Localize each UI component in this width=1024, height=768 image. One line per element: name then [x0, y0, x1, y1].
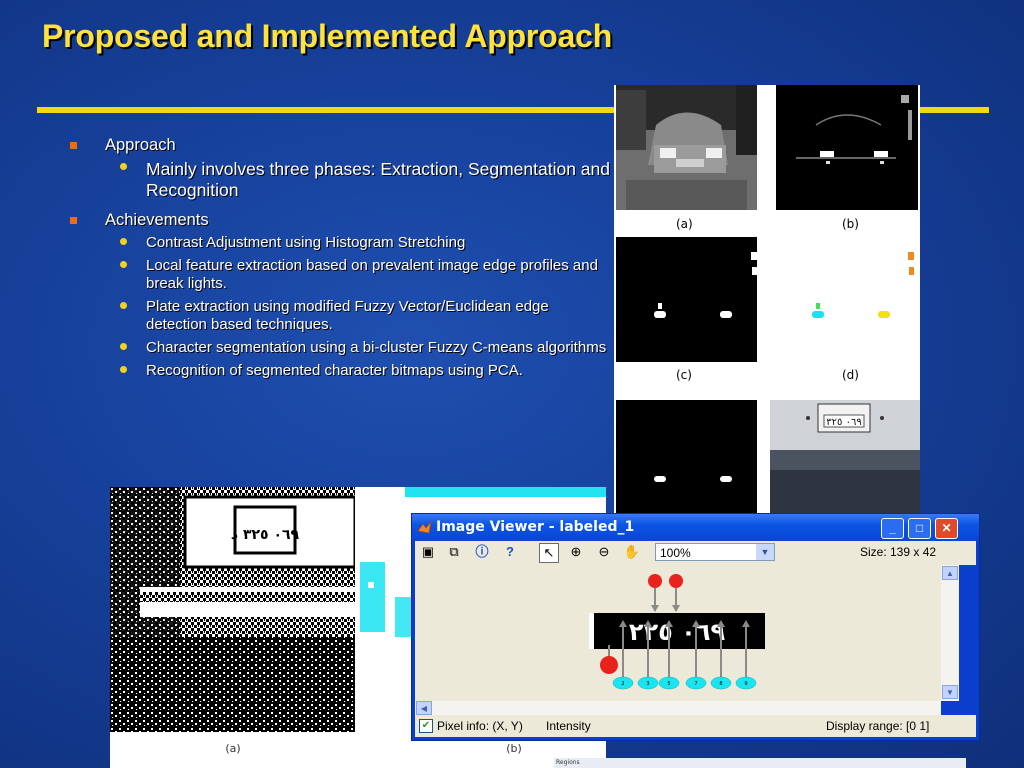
regions-label: Regions — [556, 759, 580, 766]
figure-f-plate-photo: ٠٦٩ ٣٢٥ — [770, 400, 920, 515]
pixel-info-checkbox[interactable]: ✔ — [419, 719, 433, 733]
sub-bullet: Local feature extraction based on preval… — [70, 257, 610, 293]
dot-bullet-icon — [120, 261, 127, 268]
status-bar: ✔ Pixel info: (X, Y) Intensity Display r… — [415, 715, 976, 737]
region-number: 8 — [719, 681, 722, 687]
vertical-scrollbar[interactable]: ▲ ▼ — [941, 565, 959, 701]
sub-bullet: Contrast Adjustment using Histogram Stre… — [70, 234, 610, 252]
plate-text: ٠٦٩ ٣٢٥ د — [231, 527, 300, 543]
pointer-icon[interactable]: ↖ — [539, 543, 559, 563]
plate-characters: ٠٦٩ ٢٢٥ — [629, 618, 726, 646]
scroll-left-button[interactable]: ◀ — [416, 701, 432, 715]
toolbar: ▣ ⧉ ⓘ ? ↖ ⊕ ⊖ ✋ 100% ▼ Size: 139 x 42 — [415, 541, 976, 565]
bullet-list: Approach Mainly involves three phases: E… — [70, 136, 610, 385]
region-marker — [600, 656, 618, 674]
figure-caption: (b) — [842, 217, 859, 231]
sub-bullet: Recognition of segmented character bitma… — [70, 362, 610, 380]
figure-c-blobs — [616, 237, 757, 362]
export-icon[interactable]: ⧉ — [445, 543, 463, 561]
sub-bullet-text: Plate extraction using modified Fuzzy Ve… — [146, 298, 549, 333]
square-bullet-icon — [70, 142, 77, 149]
slide-title: Proposed and Implemented Approach — [42, 18, 613, 54]
region-number: 9 — [744, 681, 747, 687]
figure-b-edges — [776, 85, 918, 210]
sub-bullet-text: Character segmentation using a bi-cluste… — [146, 339, 607, 356]
minimize-button[interactable]: _ — [881, 518, 904, 539]
bullet-achievements: Achievements — [70, 211, 610, 230]
scroll-down-button[interactable]: ▼ — [942, 685, 958, 699]
help-icon[interactable]: ? — [501, 543, 519, 561]
chevron-down-icon[interactable]: ▼ — [756, 544, 774, 560]
figure-caption: (d) — [842, 368, 859, 382]
sub-bullet: Plate extraction using modified Fuzzy Ve… — [70, 298, 610, 334]
scroll-up-button[interactable]: ▲ — [942, 566, 958, 580]
dot-bullet-icon — [120, 343, 127, 350]
svg-text:٠٦٩ ٣٢٥: ٠٦٩ ٣٢٥ — [826, 417, 861, 428]
pixel-info-label: Pixel info: (X, Y) — [437, 719, 523, 733]
zoom-select[interactable]: 100% ▼ — [655, 543, 775, 561]
sub-bullet-text: Local feature extraction based on preval… — [146, 257, 598, 292]
sub-bullet: Mainly involves three phases: Extraction… — [70, 159, 610, 201]
window-title: Image Viewer - labeled_1 — [436, 519, 635, 535]
regions-strip: Regions — [554, 758, 966, 768]
display-range: Display range: [0 1] — [826, 719, 930, 733]
pan-hand-icon[interactable]: ✋ — [623, 543, 641, 561]
bullet-approach: Approach — [70, 136, 610, 155]
figure-a-grayscale-car — [616, 85, 757, 210]
bullet-label: Approach — [105, 136, 176, 154]
figure-caption: (a) — [676, 217, 693, 231]
info-icon[interactable]: ⓘ — [473, 543, 491, 561]
figure-e-blobs — [616, 400, 757, 515]
dot-bullet-icon — [120, 366, 127, 373]
region-number: 5 — [667, 681, 670, 687]
image-viewer-window[interactable]: Image Viewer - labeled_1 _ □ ✕ ▣ ⧉ ⓘ ? ↖… — [411, 513, 980, 741]
dot-bullet-icon — [120, 238, 127, 245]
region-marker — [669, 574, 683, 588]
sub-bullet-text: Recognition of segmented character bitma… — [146, 362, 523, 379]
region-number: 2 — [621, 681, 624, 687]
sub-bullet: Character segmentation using a bi-cluste… — [70, 339, 610, 357]
horizontal-scrollbar[interactable]: ◀ — [415, 701, 941, 715]
save-icon[interactable]: ▣ — [419, 543, 437, 561]
maximize-button[interactable]: □ — [908, 518, 931, 539]
figure-caption: (c) — [676, 368, 692, 382]
matlab-logo-icon — [417, 520, 432, 534]
bullet-label: Achievements — [105, 211, 209, 229]
figure-d-colored-regions — [776, 237, 918, 362]
figure-panel: (a) (b) (c) (d) ٠٦٩ ٣٢٥ — [614, 85, 920, 515]
dot-bullet-icon — [120, 163, 127, 170]
image-view-area[interactable]: ٠٦٩ ٢٢٥ 2 3 5 7 8 9 — [415, 565, 941, 701]
window-title-bar[interactable]: Image Viewer - labeled_1 _ □ ✕ — [412, 514, 979, 541]
zoom-in-icon[interactable]: ⊕ — [567, 543, 585, 561]
zoom-out-icon[interactable]: ⊖ — [595, 543, 613, 561]
zoom-value: 100% — [660, 546, 691, 560]
region-number: 7 — [694, 681, 697, 687]
sub-bullet-text: Mainly involves three phases: Extraction… — [146, 159, 611, 200]
close-button[interactable]: ✕ — [935, 518, 958, 539]
region-marker — [648, 574, 662, 588]
pixel-info-value: Intensity — [546, 719, 591, 733]
sub-bullet-text: Contrast Adjustment using Histogram Stre… — [146, 234, 466, 251]
figure-caption: (a) — [225, 742, 240, 755]
region-number: 3 — [646, 681, 649, 687]
dot-bullet-icon — [120, 302, 127, 309]
image-size-label: Size: 139 x 42 — [860, 545, 937, 559]
square-bullet-icon — [70, 217, 77, 224]
figure-caption: (b) — [506, 742, 522, 755]
